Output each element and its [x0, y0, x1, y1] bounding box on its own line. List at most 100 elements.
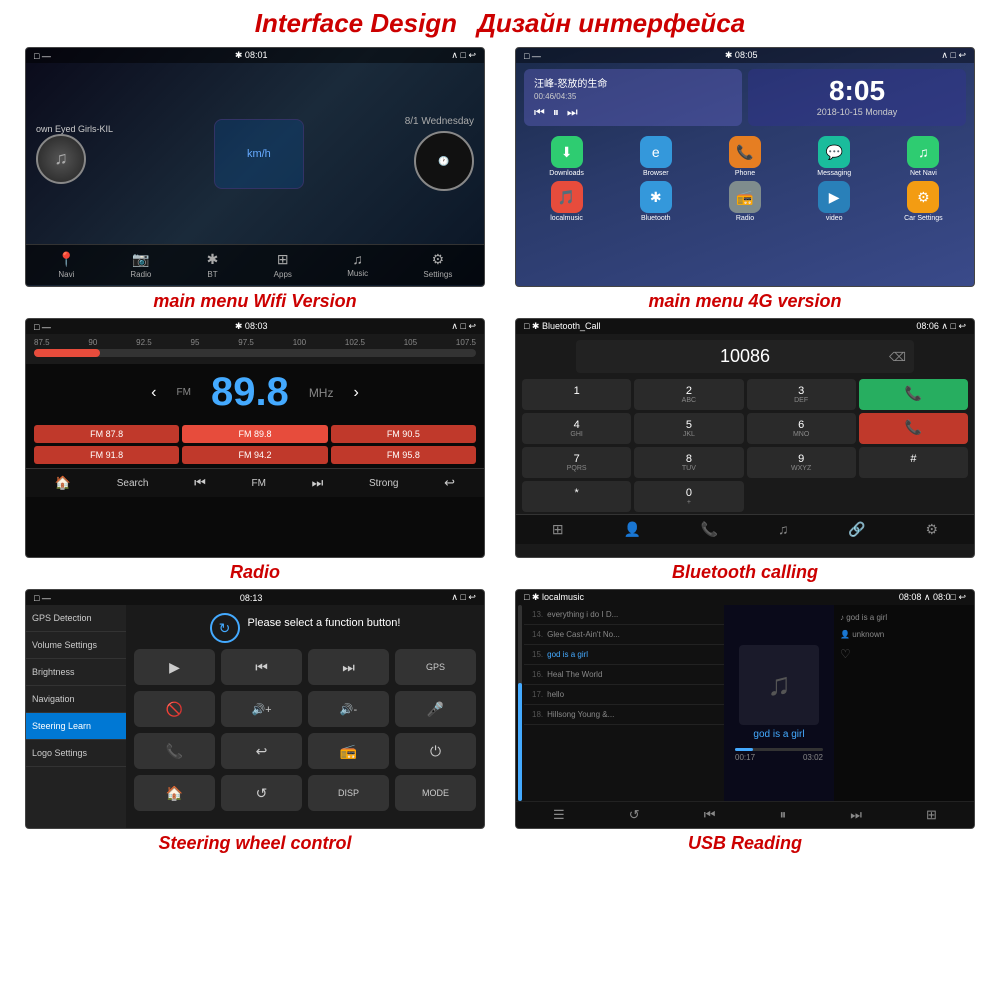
usb-bot-eq[interactable]: ⊞ [926, 807, 937, 823]
sidebar-brightness[interactable]: Brightness [26, 659, 126, 686]
radio-freq-track[interactable] [34, 349, 476, 357]
navi-icon: 📍 [58, 251, 75, 268]
app-video[interactable]: ▶ video [792, 181, 877, 222]
nav-navi[interactable]: 📍 Navi [58, 251, 75, 279]
key-call[interactable]: 📞 [859, 379, 968, 410]
sidebar-navigation[interactable]: Navigation [26, 686, 126, 713]
steer-btn-disp[interactable]: DISP [308, 775, 389, 811]
usb-bot-back[interactable]: ↺ [629, 807, 640, 823]
netnavi-label: Net Navi [910, 170, 937, 177]
home-ctrl[interactable]: 🏠 [55, 475, 71, 491]
key-3[interactable]: 3DEF [747, 379, 856, 410]
steer-btn-mute[interactable]: 🚫 [134, 691, 215, 727]
track-13[interactable]: 13.everything i do I D... [524, 605, 724, 625]
key-1[interactable]: 1 [522, 379, 631, 410]
bt-bot-4[interactable]: ♫ [778, 521, 789, 538]
app-netnavi[interactable]: ♫ Net Navi [881, 136, 966, 177]
bt-bot-1[interactable]: ⊞ [552, 521, 564, 538]
bt-bot-5[interactable]: 🔗 [848, 521, 865, 538]
steer-btn-gps[interactable]: GPS [395, 649, 476, 685]
key-hash[interactable]: # [859, 447, 968, 478]
key-8[interactable]: 8TUV [634, 447, 743, 478]
usb-bot-prev[interactable]: ⏮ [704, 807, 716, 823]
bt-bot-3[interactable]: 📞 [701, 521, 718, 538]
usb-progress[interactable] [735, 748, 823, 751]
radio-label: Radio [130, 270, 151, 279]
track-15[interactable]: 15.god is a girl [524, 645, 724, 665]
preset-2[interactable]: FM 89.8 [182, 425, 327, 443]
4g-top: 汪峰-怒放的生命 00:46/04:35 ⏮ ⏸ ⏭ 8:05 2018-10-… [516, 63, 974, 132]
nav-apps[interactable]: ⊞ Apps [274, 251, 292, 279]
statusbar-right-radio: ∧ □ ↩ [451, 321, 476, 332]
steer-btn-call[interactable]: 📞 [134, 733, 215, 769]
preset-3[interactable]: FM 90.5 [331, 425, 476, 443]
key-5[interactable]: 5JKL [634, 413, 743, 444]
steer-btn-power[interactable]: ⏻ [395, 733, 476, 769]
usb-bot-next[interactable]: ⏭ [850, 807, 862, 823]
heart-icon[interactable]: ♡ [840, 647, 968, 661]
search-ctrl-label[interactable]: Search [117, 478, 149, 489]
sidebar-volume[interactable]: Volume Settings [26, 632, 126, 659]
track-17[interactable]: 17.hello [524, 685, 724, 705]
pause-icon[interactable]: ⏸ [553, 105, 559, 120]
key-9[interactable]: 9WXYZ [747, 447, 856, 478]
key-4[interactable]: 4GHI [522, 413, 631, 444]
key-star[interactable]: * [522, 481, 631, 512]
preset-4[interactable]: FM 91.8 [34, 446, 179, 464]
back-ctrl[interactable]: ↩ [444, 475, 455, 491]
app-radio[interactable]: 📻 Radio [702, 181, 787, 222]
key-7[interactable]: 7PQRS [522, 447, 631, 478]
steer-btn-prev[interactable]: ⏮ [221, 649, 302, 685]
app-phone[interactable]: 📞 Phone [702, 136, 787, 177]
freq-prev[interactable]: ‹ [151, 384, 156, 402]
key-0[interactable]: 0+ [634, 481, 743, 512]
preset-6[interactable]: FM 95.8 [331, 446, 476, 464]
key-endcall[interactable]: 📞 [859, 413, 968, 444]
steer-btn-home[interactable]: 🏠 [134, 775, 215, 811]
steer-btn-undo[interactable]: ↺ [221, 775, 302, 811]
nav-settings[interactable]: ⚙ Settings [423, 251, 452, 279]
steer-btn-next[interactable]: ⏭ [308, 649, 389, 685]
prev-ctrl[interactable]: ⏮ [194, 475, 206, 491]
track-18[interactable]: 18.Hillsong Young &... [524, 705, 724, 725]
fm-ctrl-label[interactable]: FM [251, 478, 265, 489]
track-14[interactable]: 14.Glee Cast-Ain't No... [524, 625, 724, 645]
sidebar-steering-learn[interactable]: Steering Learn [26, 713, 126, 740]
vol-track[interactable] [518, 605, 522, 801]
app-messaging[interactable]: 💬 Messaging [792, 136, 877, 177]
steer-btn-mode[interactable]: MODE [395, 775, 476, 811]
prev-icon[interactable]: ⏮ [534, 105, 545, 120]
app-bluetooth[interactable]: ✱ Bluetooth [613, 181, 698, 222]
app-carsettings[interactable]: ⚙ Car Settings [881, 181, 966, 222]
app-downloads[interactable]: ⬇ Downloads [524, 136, 609, 177]
freq-next[interactable]: › [353, 384, 358, 402]
nav-bt[interactable]: ✱ BT [207, 251, 219, 279]
steer-btn-radio[interactable]: 📻 [308, 733, 389, 769]
nav-music[interactable]: ♫ Music [347, 251, 368, 279]
steer-btn-play[interactable]: ▶ [134, 649, 215, 685]
caption-wifi: main menu Wifi Version [153, 291, 356, 312]
next-icon[interactable]: ⏭ [567, 105, 578, 120]
key-2[interactable]: 2ABC [634, 379, 743, 410]
steering-refresh[interactable]: ↻ [210, 613, 240, 643]
key-6[interactable]: 6MNO [747, 413, 856, 444]
app-localmusic[interactable]: 🎵 localmusic [524, 181, 609, 222]
track-16[interactable]: 16.Heal The World [524, 665, 724, 685]
sidebar-gps[interactable]: GPS Detection [26, 605, 126, 632]
nav-radio[interactable]: 📷 Radio [130, 251, 151, 279]
usb-bot-list[interactable]: ☰ [553, 807, 565, 823]
strong-ctrl-label[interactable]: Strong [369, 478, 398, 489]
next-ctrl[interactable]: ⏭ [312, 475, 324, 491]
sidebar-logo[interactable]: Logo Settings [26, 740, 126, 767]
bt-backspace[interactable]: ⌫ [889, 350, 906, 364]
preset-1[interactable]: FM 87.8 [34, 425, 179, 443]
bt-bot-2[interactable]: 👤 [623, 521, 640, 538]
steer-btn-mic[interactable]: 🎤 [395, 691, 476, 727]
app-browser[interactable]: e Browser [613, 136, 698, 177]
steer-btn-back[interactable]: ↩ [221, 733, 302, 769]
preset-5[interactable]: FM 94.2 [182, 446, 327, 464]
usb-bot-play[interactable]: ⏸ [780, 807, 787, 823]
bt-bot-6[interactable]: ⚙ [926, 521, 939, 538]
steer-btn-voldn[interactable]: 🔊- [308, 691, 389, 727]
steer-btn-volup[interactable]: 🔊+ [221, 691, 302, 727]
